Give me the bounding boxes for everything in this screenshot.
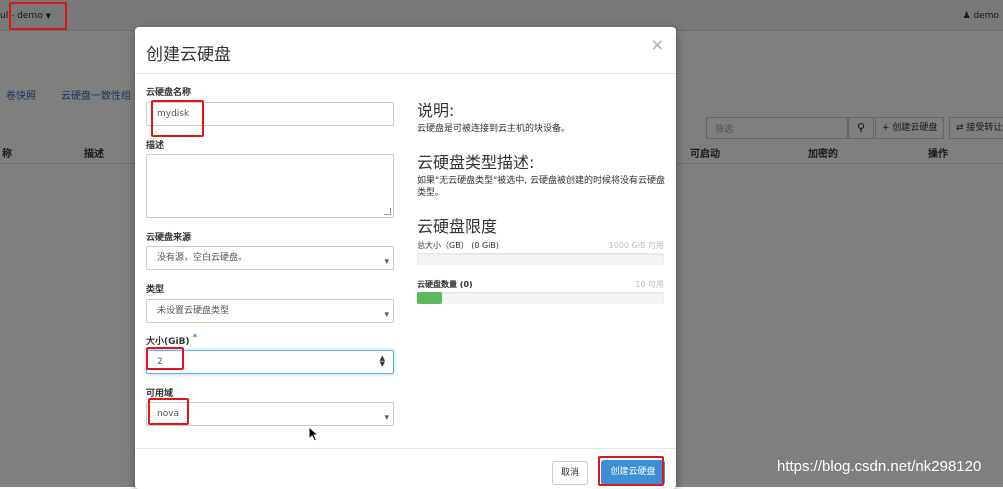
help-heading-volume-type: 云硬盘类型描述: <box>417 153 535 172</box>
help-heading-description: 说明: <box>417 101 455 120</box>
volume-type-value: 未设置云硬盘类型 <box>157 306 230 316</box>
modal-header-divider <box>135 73 676 74</box>
volume-source-value: 没有源，空白云硬盘。 <box>157 253 248 263</box>
annotation-box-az <box>148 398 189 425</box>
volume-source-label: 云硬盘来源 <box>146 233 192 243</box>
help-heading-limits: 云硬盘限度 <box>417 217 498 236</box>
annotation-box-submit <box>598 456 664 486</box>
volume-count-progress <box>417 292 664 304</box>
annotation-box-name <box>151 100 204 137</box>
modal-title: 创建云硬盘 <box>146 45 231 65</box>
annotation-box-size <box>146 347 184 370</box>
description-textarea[interactable] <box>146 154 394 218</box>
annotation-box-project <box>9 2 67 30</box>
close-icon[interactable]: × <box>651 35 664 54</box>
volume-count-label: 云硬盘数量 (0) <box>417 280 473 289</box>
total-size-progress <box>417 253 664 265</box>
cancel-button[interactable]: 取消 <box>552 461 588 485</box>
total-size-available: 1000 GiB 可用 <box>608 241 664 250</box>
required-marker: * <box>192 333 198 343</box>
volume-type-label: 类型 <box>146 285 165 295</box>
volume-source-select[interactable]: 没有源，空白云硬盘。 <box>146 246 394 273</box>
volume-count-progress-fill <box>417 292 442 304</box>
help-text-volume-type: 如果"无云硬盘类型"被选中, 云硬盘被创建的时候将没有云硬盘类型。 <box>417 176 666 198</box>
create-volume-modal: 创建云硬盘 × 云硬盘名称 mydisk 描述 云硬盘来源 没有源，空白云硬盘。… <box>135 27 676 489</box>
total-size-label: 总大小（GB） (0 GiB) <box>417 241 500 250</box>
volume-name-label: 云硬盘名称 <box>146 88 192 98</box>
modal-footer-divider <box>135 448 676 449</box>
stepper-icon[interactable]: ▲ ▼ <box>380 355 385 368</box>
size-label: 大小(GiB) * <box>146 333 197 347</box>
help-text-description: 云硬盘是可被连接到云主机的块设备。 <box>417 124 571 134</box>
mouse-cursor-icon <box>308 426 320 442</box>
volume-type-select[interactable]: 未设置云硬盘类型 <box>146 299 394 326</box>
description-label: 描述 <box>146 141 165 151</box>
volume-count-available: 10 可用 <box>635 280 664 289</box>
watermark-text: https://blog.csdn.net/nk298120 <box>777 458 982 475</box>
size-label-text: 大小(GiB) <box>146 337 190 347</box>
